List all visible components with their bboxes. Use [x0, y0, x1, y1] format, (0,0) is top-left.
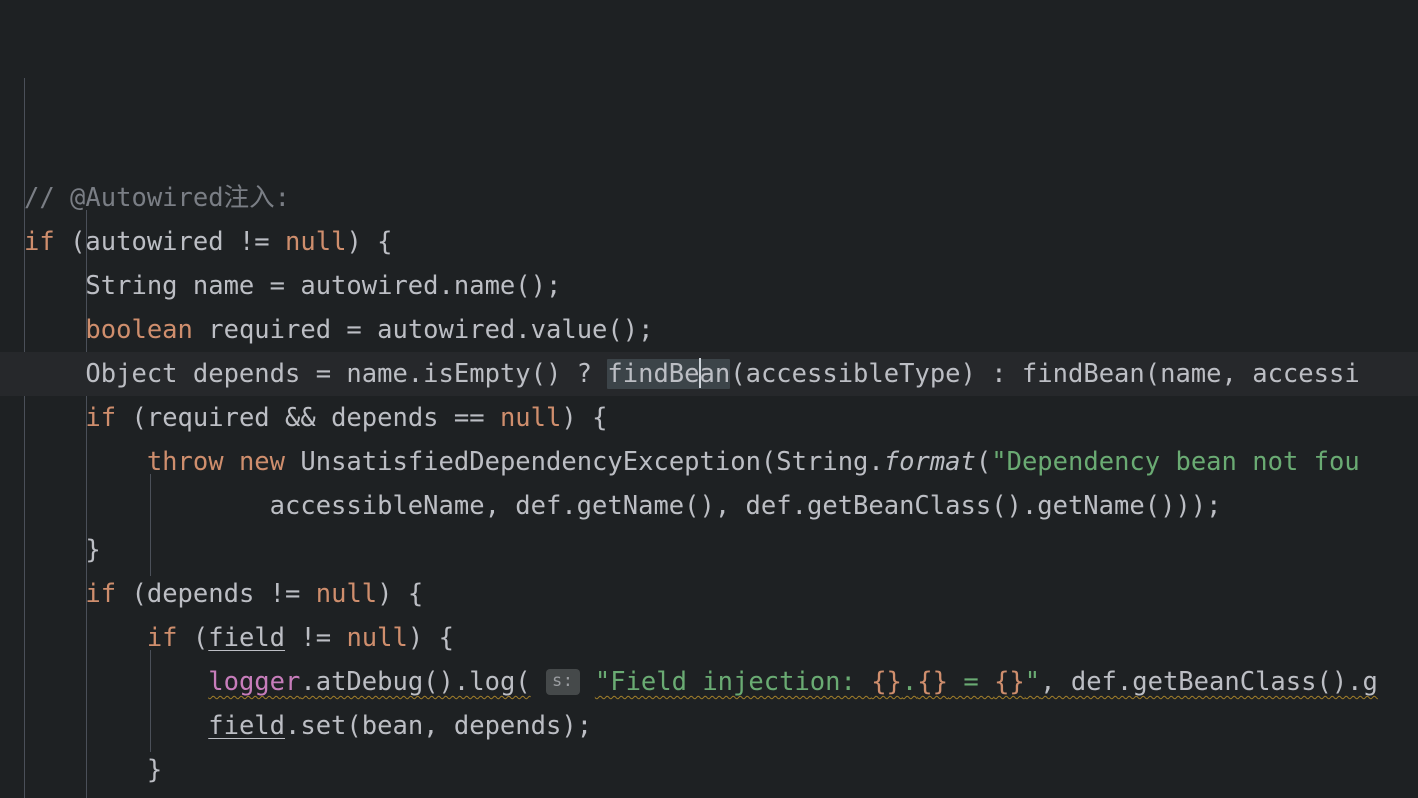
- code-line[interactable]: if (required && depends == null) {: [0, 396, 1418, 440]
- code-token: boolean: [85, 315, 193, 345]
- code-lines[interactable]: // @Autowired注入: if (autowired != null) {…: [0, 176, 1418, 798]
- caret-text-after: an: [699, 359, 731, 389]
- code-token: if: [24, 227, 55, 257]
- code-token: null: [285, 227, 347, 257]
- code-line[interactable]: // @Autowired注入:: [0, 176, 1418, 220]
- code-line[interactable]: if (depends != null) {: [0, 572, 1418, 616]
- code-token: ) {: [377, 579, 424, 609]
- code-token: Object depends = name.isEmpty() ?: [24, 359, 608, 389]
- code-token: (: [177, 623, 209, 653]
- code-editor[interactable]: // @Autowired注入: if (autowired != null) {…: [0, 0, 1418, 798]
- code-line[interactable]: accessibleName, def.getName(), def.getBe…: [0, 484, 1418, 528]
- code-token: , def.getBeanClass().g: [1040, 667, 1378, 697]
- code-token: .atDebug().log(: [300, 667, 531, 697]
- code-line[interactable]: String name = autowired.name();: [0, 264, 1418, 308]
- code-token: null: [499, 403, 562, 433]
- code-line[interactable]: boolean required = autowired.value();: [0, 308, 1418, 352]
- code-lines-container[interactable]: // @Autowired注入: if (autowired != null) {…: [0, 0, 1418, 798]
- code-token: (: [975, 447, 992, 477]
- code-token: }: [24, 535, 101, 565]
- code-line[interactable]: if (method != null) {: [0, 792, 1418, 798]
- code-line[interactable]: Object depends = name.isEmpty() ? findBe…: [0, 352, 1418, 396]
- parameter-hint-chip[interactable]: s:: [546, 669, 580, 695]
- code-token: format: [883, 447, 976, 477]
- code-token: required = autowired.value();: [192, 315, 654, 345]
- code-token: if: [146, 623, 178, 653]
- code-token: .: [901, 667, 918, 697]
- code-token: if: [85, 403, 117, 433]
- code-token: (autowired !=: [54, 227, 286, 257]
- code-token: "Dependency bean not fou: [991, 447, 1360, 477]
- code-line[interactable]: field.set(bean, depends);: [0, 704, 1418, 748]
- code-token: new: [238, 447, 286, 477]
- code-token: field: [208, 623, 286, 653]
- code-line[interactable]: if (field != null) {: [0, 616, 1418, 660]
- code-line[interactable]: logger.atDebug().log( s: "Field injectio…: [0, 660, 1418, 704]
- code-line[interactable]: }: [0, 528, 1418, 572]
- identifier-under-caret-highlight[interactable]: findBean: [607, 358, 731, 389]
- code-token: !=: [285, 623, 347, 653]
- code-token: throw: [146, 447, 224, 477]
- code-token: "Field injection:: [594, 667, 872, 697]
- code-token: (required && depends ==: [116, 403, 500, 433]
- code-token: {}: [917, 667, 948, 697]
- code-token: String name = autowired.name();: [24, 271, 562, 301]
- code-token: null: [346, 623, 408, 653]
- code-token: ) {: [561, 403, 608, 433]
- code-token: if: [85, 579, 117, 609]
- code-line[interactable]: throw new UnsatisfiedDependencyException…: [0, 440, 1418, 484]
- code-token: .set(bean, depends);: [285, 711, 593, 741]
- code-token: ": [1024, 667, 1041, 697]
- code-token: ) {: [346, 227, 393, 257]
- code-token: {}: [994, 667, 1025, 697]
- caret-text-before: findBe: [607, 359, 700, 389]
- code-line[interactable]: }: [0, 748, 1418, 792]
- code-line[interactable]: if (autowired != null) {: [0, 220, 1418, 264]
- code-token: accessibleName, def.getName(), def.getBe…: [24, 491, 1222, 521]
- code-token: =: [948, 667, 995, 697]
- code-token: field: [208, 711, 285, 741]
- code-token: }: [24, 755, 163, 785]
- code-token: (depends !=: [116, 579, 316, 609]
- code-token: logger: [208, 667, 301, 697]
- code-token: null: [315, 579, 378, 609]
- code-token: // @Autowired注入:: [24, 183, 290, 213]
- code-token: ) {: [407, 623, 454, 653]
- code-token: UnsatisfiedDependencyException(String.: [285, 447, 884, 477]
- code-token: (accessibleType) : findBean(name, access…: [730, 359, 1360, 389]
- code-token: {}: [871, 667, 902, 697]
